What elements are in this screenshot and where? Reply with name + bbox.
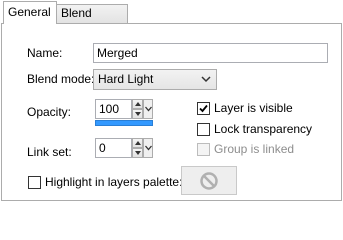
layer-visible-checkbox[interactable] (197, 102, 210, 115)
link-set-down-button[interactable] (132, 148, 143, 158)
triangle-down-icon (135, 151, 141, 155)
highlight-color-swatch[interactable] (181, 166, 237, 195)
blend-mode-dropdown[interactable]: Hard Light (93, 69, 217, 90)
checkmark-icon (199, 104, 208, 113)
name-field[interactable]: Merged (93, 43, 328, 63)
name-label: Name: (27, 46, 63, 60)
opacity-field[interactable]: 100 (95, 99, 132, 119)
layer-visible-label[interactable]: Layer is visible (214, 101, 293, 115)
lock-transparency-checkbox[interactable] (197, 123, 210, 136)
chevron-down-icon (145, 145, 152, 151)
lock-transparency-label[interactable]: Lock transparency (214, 122, 312, 136)
group-linked-label: Group is linked (214, 142, 295, 156)
triangle-up-icon (135, 102, 141, 106)
blend-mode-label: Blend mode: (27, 72, 95, 86)
tab-blend-ranges[interactable]: Blend Ranges (56, 4, 128, 37)
opacity-dropdown-button[interactable] (143, 99, 153, 119)
tab-general[interactable]: General (3, 1, 57, 24)
no-color-icon (200, 172, 218, 190)
opacity-up-button[interactable] (132, 99, 143, 109)
link-set-up-button[interactable] (132, 138, 143, 148)
link-set-dropdown-button[interactable] (143, 138, 153, 158)
triangle-up-icon (135, 141, 141, 145)
highlight-checkbox[interactable] (28, 176, 41, 189)
link-set-label: Link set: (27, 145, 72, 159)
triangle-down-icon (135, 112, 141, 116)
opacity-spinner[interactable] (132, 99, 143, 119)
opacity-label: Opacity: (27, 105, 72, 119)
opacity-level-bar[interactable] (95, 120, 153, 126)
opacity-down-button[interactable] (132, 109, 143, 119)
blend-mode-value: Hard Light (98, 72, 154, 86)
link-set-field[interactable]: 0 (95, 138, 132, 158)
link-set-spinner[interactable] (132, 138, 143, 158)
chevron-down-icon (201, 76, 211, 83)
group-linked-checkbox (197, 143, 210, 156)
general-panel: Name: Merged Blend mode: Hard Light Opac… (1, 23, 342, 201)
tab-strip: General Blend Ranges (0, 0, 343, 37)
highlight-label[interactable]: Highlight in layers palette: (45, 175, 182, 189)
chevron-down-icon (145, 106, 152, 112)
